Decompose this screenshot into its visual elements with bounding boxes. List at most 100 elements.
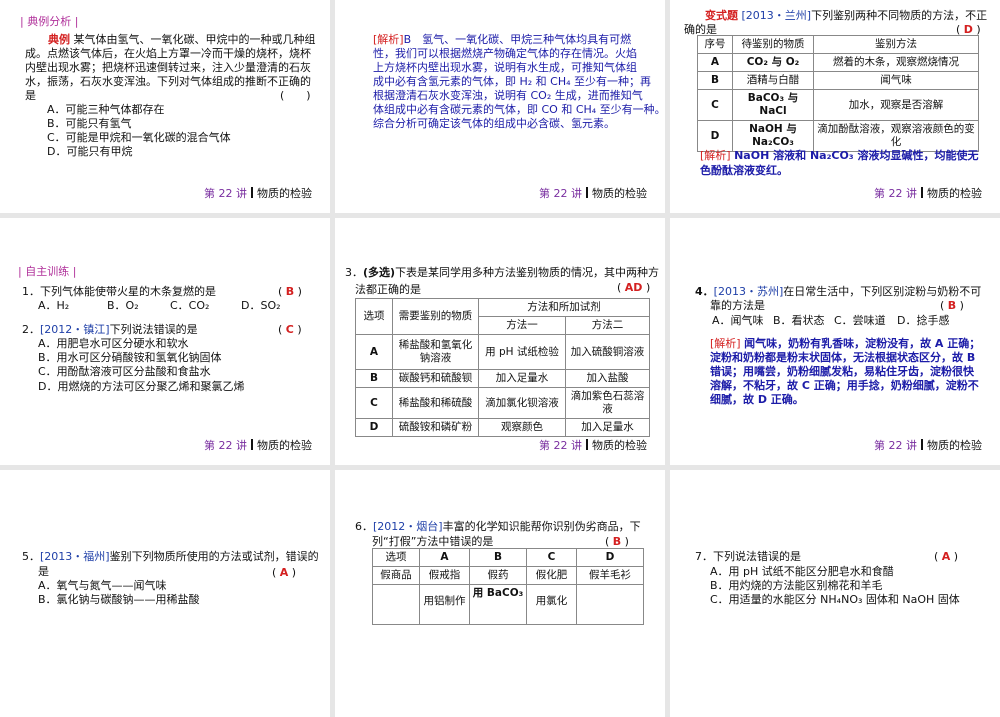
cell: C: [711, 98, 719, 111]
cell: 用铝制作: [419, 584, 470, 625]
slide-example[interactable]: | 典例分析 | 典例 某气体由氢气、一氧化碳、甲烷中的一种或几种组 成。点燃该…: [0, 0, 330, 213]
cell: [372, 584, 420, 625]
cell: 碳酸钙和硫酸钡: [392, 369, 479, 388]
analysis-line: 根据澄清石灰水变浑浊，说明有 CO₂ 生成，进而推知气: [373, 89, 643, 102]
question-line: 下列鉴别两种不同物质的方法，不正: [811, 9, 988, 22]
answer: B: [947, 299, 957, 312]
option-c: C．用酚酞溶液可区分盐酸和食盐水: [38, 365, 211, 378]
cell: B: [710, 74, 719, 86]
cell: 用氯化: [526, 584, 577, 625]
source-tag: [2013・兰州]: [741, 9, 812, 22]
table-row: D NaOH 与 Na₂CO₃ 滴加酚酞溶液，观察溶液颜色的变化: [697, 120, 979, 152]
lecture-title: 物质的检验: [927, 439, 982, 452]
analysis-line: 细腻，故 D 正确。: [710, 393, 804, 406]
slide-analysis[interactable]: [解析]B 氢气、一氧化碳、甲烷三种气体均具有可燃 性，我们可以根据燃烧产物确定…: [335, 0, 665, 213]
question-line: 丰富的化学知识能帮你识别伪劣商品，下: [442, 520, 641, 533]
analysis-line: B 氢气、一氧化碳、甲烷三种气体均具有可燃: [403, 33, 632, 46]
question-line: 在日常生活中，下列区别淀粉与奶粉不可: [783, 285, 982, 298]
source-tag: [2012・镇江]: [40, 323, 110, 336]
cell: D: [710, 129, 720, 142]
option-d: D．可能只有甲烷: [47, 145, 133, 158]
table-header: 待鉴别的物质: [732, 35, 814, 54]
cell: 加入盐酸: [565, 369, 650, 388]
cell: 假羊毛衫: [576, 566, 644, 585]
slide-question-4[interactable]: 4．[2013・苏州]在日常生活中，下列区别淀粉与奶粉不可 靠的方法是 ( B …: [670, 218, 1000, 465]
multi-select-tag: (多选): [363, 266, 396, 279]
comparison-table: 序号 待鉴别的物质 鉴别方法 A CO₂ 与 O₂ 燃着的木条，观察燃烧情况 B 酒精与白…: [697, 35, 979, 152]
table-row: 假商品 假戒指 假药 假化肥 假羊毛衫: [372, 566, 644, 585]
analysis-line: 色酚酞溶液变红。: [700, 164, 788, 177]
question-line: 成。点燃该气体后，在火焰上方罩一冷而干燥的烧杯，烧杯: [25, 47, 311, 60]
slide-footer: 第 22 讲物质的检验: [539, 437, 647, 453]
table-header: 鉴别方法: [813, 35, 979, 54]
option-d: D．SO₂: [241, 299, 281, 312]
lecture-number: 第 22 讲: [204, 439, 247, 452]
answer-paren: ( B ): [940, 299, 964, 312]
question-number: 2．: [22, 323, 40, 336]
cell: 滴加酚酞溶液，观察溶液颜色的变化: [813, 120, 979, 152]
table-header: 方法二: [565, 316, 650, 335]
table-row: 用铝制作用 BaCO₃ 用氯化: [372, 584, 644, 625]
lecture-number: 第 22 讲: [204, 187, 247, 200]
cell: 稀盐酸和稀硫酸: [392, 387, 479, 419]
option-c: C．可能是甲烷和一氧化碳的混合气体: [47, 131, 231, 144]
answer-paren: ( AD ): [617, 281, 651, 294]
lecture-number: 第 22 讲: [874, 187, 917, 200]
answer: A: [279, 566, 289, 579]
cell: A: [369, 345, 379, 358]
slide-question-5[interactable]: 5．[2013・福州]鉴别下列物质所使用的方法或试剂，错误的 是 ( A ) A…: [0, 470, 330, 717]
question-number: 4．: [695, 285, 714, 298]
analysis-line: 淀粉和奶粉都是粉末状固体，无法根据状态区分，故 B: [710, 351, 976, 364]
cell: A: [710, 56, 720, 68]
slide-practice[interactable]: | 自主训练 | 1．下列气体能使带火星的木条复燃的是 ( B ) A．H₂ B…: [0, 218, 330, 465]
cell: BaCO₃ 与 NaCl: [747, 92, 799, 117]
option-c: C．用适量的水能区分 NH₄NO₃ 固体和 NaOH 固体: [710, 593, 960, 606]
slide-variant[interactable]: 变式题 [2013・兰州]下列鉴别两种不同物质的方法，不正 确的是 ( D ) …: [670, 0, 1000, 213]
answer-paren: ( A ): [934, 550, 959, 563]
answer-paren: ( A ): [272, 566, 297, 579]
slide-question-6[interactable]: 6．[2012・烟台]丰富的化学知识能帮你识别伪劣商品，下 列“打假”方法中错误…: [335, 470, 665, 717]
cell: 滴加氯化钡溶液: [478, 387, 566, 419]
analysis-line: 成中必有含氢元素的气体，即 H₂ 和 CH₄ 至少有一种；再: [373, 75, 652, 88]
question-number: 6．: [355, 520, 373, 533]
table-row: B 碳酸钙和硫酸钡 加入足量水 加入盐酸: [355, 369, 650, 388]
cell: [576, 584, 644, 625]
question-7: 7．下列说法错误的是: [695, 550, 801, 563]
analysis-line: 错误；用嘴尝，奶粉细腻发粘，易粘住牙齿，淀粉很快: [710, 365, 974, 378]
slide-footer: 第 22 讲物质的检验: [874, 185, 982, 201]
cell: 加水，观察是否溶解: [813, 89, 979, 121]
table-header: 需要鉴别的物质: [392, 298, 479, 335]
cell: 加入硫酸铜溶液: [565, 334, 650, 370]
analysis-line: 闻气味，奶粉有乳香味，淀粉没有，故 A 正确；: [744, 337, 981, 350]
cell: D: [369, 421, 379, 433]
answer-paren: ( B ): [605, 535, 629, 548]
option-b: B．看状态: [773, 314, 825, 327]
analysis-line: 性，我们可以根据燃烧产物确定气体的存在情况。火焰: [373, 47, 637, 60]
question-number: 5．: [22, 550, 40, 563]
question-line: 下表是某同学用多种方法鉴别物质的情况，其中两种方: [395, 266, 660, 279]
analysis-tag: [解析]: [700, 149, 731, 162]
cell: 加入足量水: [565, 418, 650, 437]
cell: 硫酸铵和磷矿粉: [392, 418, 479, 437]
question-text: 下列说法错误的是: [109, 323, 198, 336]
table-header: 方法和所加试剂: [478, 298, 650, 317]
table-header: 方法一: [478, 316, 566, 335]
option-b: B．用灼烧的方法能区别棉花和羊毛: [710, 579, 883, 592]
methods-table: 选项 需要鉴别的物质 方法和所加试剂 方法一 方法二 A 稀盐酸和氢氧化钠溶液用 pH …: [355, 298, 650, 437]
source-tag: [2012・烟台]: [373, 520, 443, 533]
table-header: 选项: [372, 548, 420, 567]
table-row: A CO₂ 与 O₂ 燃着的木条，观察燃烧情况: [697, 53, 979, 72]
cell: 用 pH 试纸检验: [478, 334, 566, 370]
slide-question-7[interactable]: 7．下列说法错误的是 ( A ) A．用 pH 试纸不能区分肥皂水和食醋 B．用…: [670, 470, 1000, 717]
question-line: 列“打假”方法中错误的是: [372, 535, 494, 548]
answer: A: [941, 550, 951, 563]
table-header: B: [493, 551, 502, 563]
cell: 观察颜色: [478, 418, 566, 437]
question-6: 6．[2012・烟台]丰富的化学知识能帮你识别伪劣商品，下: [355, 520, 641, 534]
analysis-tag: [解析]: [373, 33, 404, 46]
analysis-line: 上方烧杯内壁出现水雾，说明有水生成，可推知气体组: [373, 61, 637, 74]
slide-question-3[interactable]: 3．(多选)下表是某同学用多种方法鉴别物质的情况，其中两种方 法都正确的是 ( …: [335, 218, 665, 465]
slide-footer: 第 22 讲物质的检验: [204, 437, 312, 453]
option-d: D．捻手感: [897, 314, 950, 327]
analysis-line: 体组成中必有含碳元素的气体，即 CO 和 CH₄ 至少有一种。: [373, 103, 665, 116]
